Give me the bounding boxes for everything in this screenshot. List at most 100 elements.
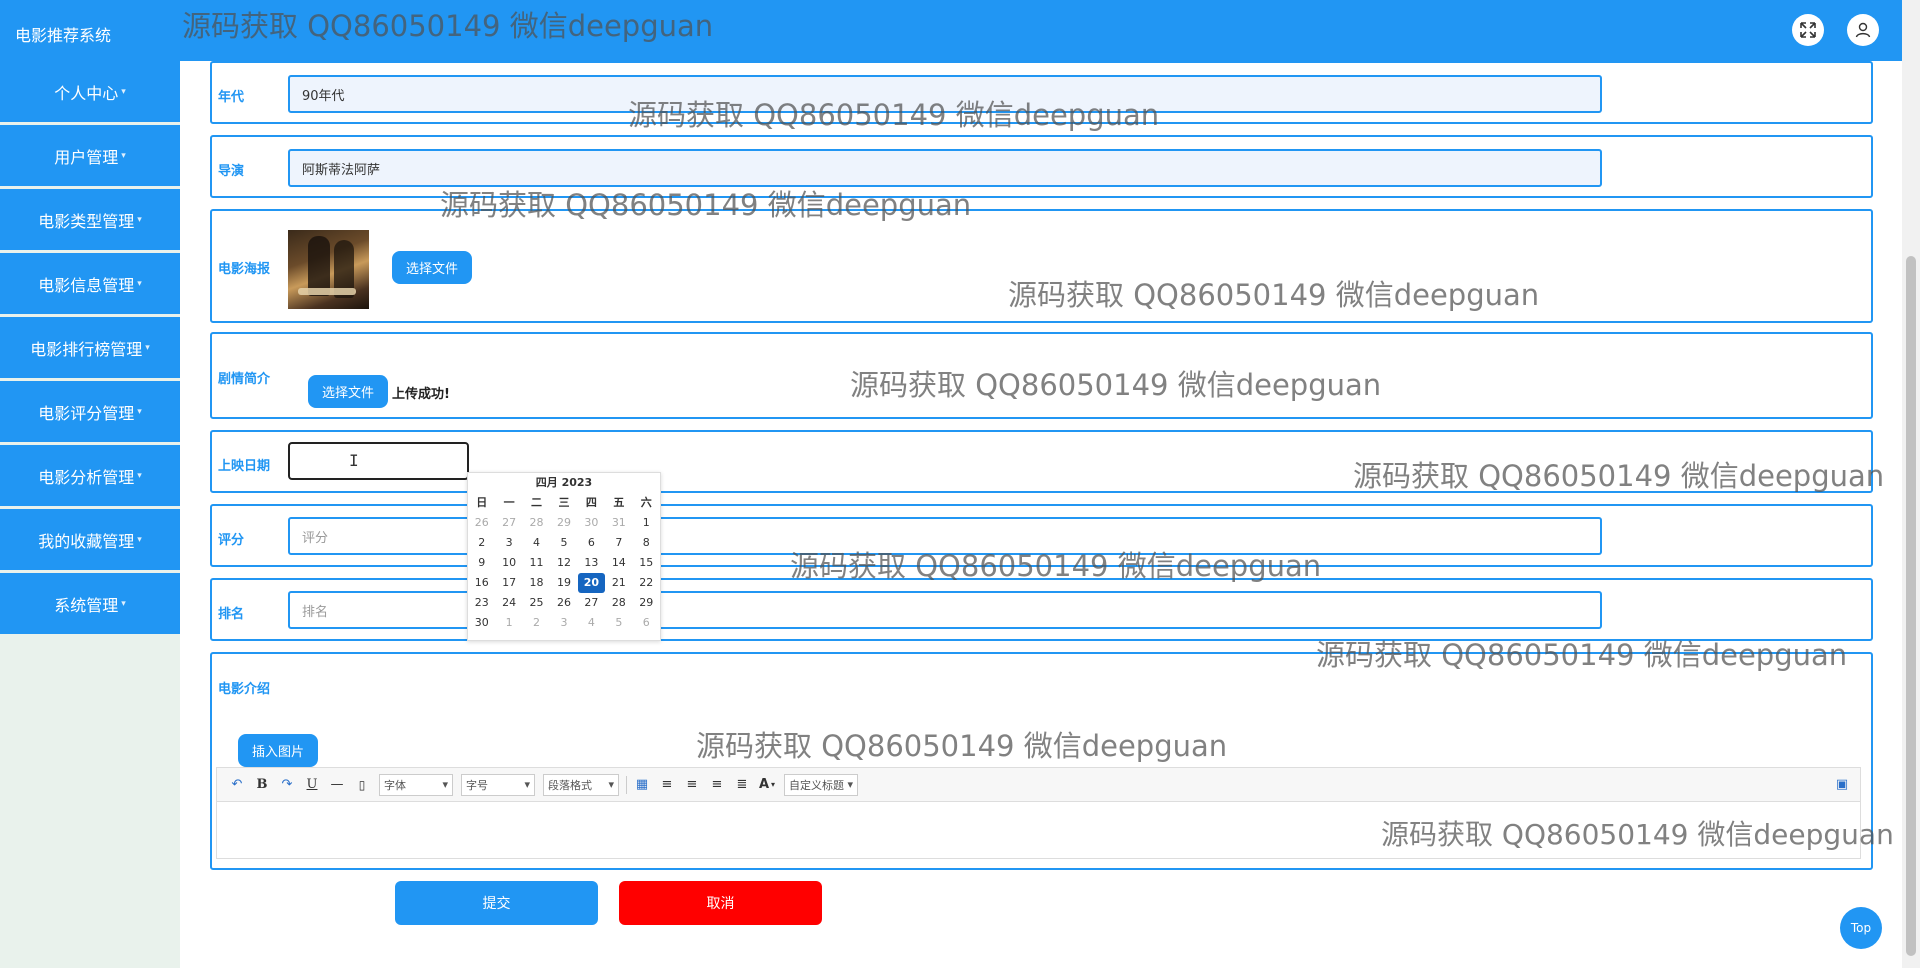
- calendar-day[interactable]: 18: [523, 573, 550, 593]
- table-icon[interactable]: ▦: [630, 774, 654, 796]
- calendar-day[interactable]: 28: [523, 513, 550, 533]
- calendar-day[interactable]: 11: [523, 553, 550, 573]
- caret-down-icon: ▾: [121, 86, 126, 97]
- form-row-rank: 排名 排名: [210, 578, 1873, 641]
- calendar-day[interactable]: 23: [468, 593, 495, 613]
- sidebar-item-movie-ranking-management[interactable]: 电影排行榜管理 ▾: [0, 317, 180, 378]
- calendar-day[interactable]: 13: [578, 553, 605, 573]
- weekday-label: 二: [531, 496, 543, 509]
- document-icon[interactable]: ▯: [350, 774, 374, 796]
- calendar-day[interactable]: 24: [495, 593, 522, 613]
- calendar-day[interactable]: 27: [495, 513, 522, 533]
- calendar-day[interactable]: 7: [605, 533, 632, 553]
- font-color-icon[interactable]: A ▾: [755, 774, 779, 796]
- horizontal-rule-icon[interactable]: —: [325, 774, 349, 796]
- calendar-day[interactable]: 22: [633, 573, 660, 593]
- calendar-day[interactable]: 29: [550, 513, 577, 533]
- calendar-day[interactable]: 28: [605, 593, 632, 613]
- submit-button[interactable]: 提交: [395, 881, 598, 925]
- calendar-day[interactable]: 2: [468, 533, 495, 553]
- dropdown-arrow-icon: ▾: [847, 778, 853, 791]
- calendar-day[interactable]: 10: [495, 553, 522, 573]
- intro-label: 电影介绍: [218, 682, 271, 697]
- user-avatar-button[interactable]: [1847, 14, 1879, 46]
- sidebar-item-favorites-management[interactable]: 我的收藏管理 ▾: [0, 509, 180, 570]
- calendar-day[interactable]: 19: [550, 573, 577, 593]
- back-to-top-button[interactable]: Top: [1840, 907, 1882, 949]
- calendar-day[interactable]: 26: [468, 513, 495, 533]
- calendar-day[interactable]: 4: [578, 613, 605, 633]
- calendar-day[interactable]: 5: [605, 613, 632, 633]
- weekday-header-row: 日 一 二 三 四 五 六: [468, 493, 660, 513]
- calendar-day[interactable]: 21: [605, 573, 632, 593]
- underline-icon[interactable]: U: [300, 774, 324, 796]
- calendar-day[interactable]: 16: [468, 573, 495, 593]
- dropdown-arrow-icon: ▾: [442, 778, 448, 791]
- calendar-day[interactable]: 30: [468, 613, 495, 633]
- app-title: 电影推荐系统: [15, 26, 112, 45]
- calendar-day[interactable]: 8: [633, 533, 660, 553]
- director-input[interactable]: 阿斯蒂法阿萨: [288, 149, 1602, 187]
- scrollbar-thumb[interactable]: [1906, 256, 1916, 956]
- era-input[interactable]: 90年代: [288, 75, 1602, 113]
- sidebar-item-movie-rating-management[interactable]: 电影评分管理 ▾: [0, 381, 180, 442]
- calendar-day[interactable]: 27: [578, 593, 605, 613]
- calendar-day[interactable]: 17: [495, 573, 522, 593]
- release-date-input[interactable]: [288, 442, 469, 480]
- sidebar-item-personal-center[interactable]: 个人中心 ▾: [0, 61, 180, 122]
- insert-image-button[interactable]: 插入图片: [238, 734, 318, 767]
- undo-icon[interactable]: ↶: [225, 774, 249, 796]
- release-date-label: 上映日期: [218, 459, 271, 474]
- date-picker-title[interactable]: 四月 2023: [468, 473, 660, 493]
- calendar-day[interactable]: 3: [550, 613, 577, 633]
- calendar-day[interactable]: 5: [550, 533, 577, 553]
- redo-icon[interactable]: ↷: [275, 774, 299, 796]
- calendar-day[interactable]: 14: [605, 553, 632, 573]
- sidebar-item-movie-info-management[interactable]: 电影信息管理 ▾: [0, 253, 180, 314]
- font-family-select[interactable]: 字体 ▾: [379, 773, 453, 796]
- form-row-poster: 电影海报 选择文件: [210, 209, 1873, 323]
- sidebar-item-system-management[interactable]: 系统管理 ▾: [0, 573, 180, 634]
- custom-title-select[interactable]: 自定义标题 ▾: [784, 773, 858, 796]
- poster-choose-file-button[interactable]: 选择文件: [392, 251, 472, 284]
- calendar-day[interactable]: 6: [578, 533, 605, 553]
- weekday-label: 一: [503, 496, 515, 509]
- font-size-select[interactable]: 字号 ▾: [461, 773, 535, 796]
- paragraph-format-select[interactable]: 段落格式 ▾: [543, 773, 619, 796]
- page-scrollbar[interactable]: [1902, 0, 1920, 968]
- sidebar: 个人中心 ▾ 用户管理 ▾ 电影类型管理 ▾ 电影信息管理 ▾ 电影排行榜管理 ▾ 电影评…: [0, 61, 180, 968]
- calendar-week-row: 30 1 2 3 4 5 6: [468, 613, 660, 633]
- weekday-label: 五: [613, 496, 625, 509]
- calendar-day[interactable]: 31: [605, 513, 632, 533]
- calendar-day[interactable]: 4: [523, 533, 550, 553]
- calendar-day[interactable]: 30: [578, 513, 605, 533]
- cancel-button[interactable]: 取消: [619, 881, 822, 925]
- calendar-day-today[interactable]: 20: [577, 573, 606, 593]
- calendar-day[interactable]: 26: [550, 593, 577, 613]
- calendar-day[interactable]: 1: [495, 613, 522, 633]
- calendar-day[interactable]: 25: [523, 593, 550, 613]
- calendar-day[interactable]: 9: [468, 553, 495, 573]
- sidebar-item-label: 电影分析管理: [38, 467, 135, 487]
- align-justify-icon[interactable]: ≣: [730, 774, 754, 796]
- editor-content-area[interactable]: [216, 802, 1861, 859]
- bold-icon[interactable]: B: [250, 774, 274, 796]
- calendar-day[interactable]: 29: [633, 593, 660, 613]
- align-right-icon[interactable]: ≡: [680, 774, 704, 796]
- upload-status-text: 上传成功!: [392, 387, 450, 402]
- align-left-icon[interactable]: ≡: [655, 774, 679, 796]
- sidebar-item-user-management[interactable]: 用户管理 ▾: [0, 125, 180, 186]
- fullscreen-editor-icon[interactable]: ▣: [1830, 774, 1854, 796]
- sidebar-item-movie-analysis-management[interactable]: 电影分析管理 ▾: [0, 445, 180, 506]
- align-center-icon[interactable]: ≡: [705, 774, 729, 796]
- calendar-week-row: 2 3 4 5 6 7 8: [468, 533, 660, 553]
- sidebar-item-movie-type-management[interactable]: 电影类型管理 ▾: [0, 189, 180, 250]
- calendar-day[interactable]: 3: [495, 533, 522, 553]
- calendar-day[interactable]: 12: [550, 553, 577, 573]
- fullscreen-button[interactable]: [1792, 14, 1824, 46]
- calendar-day[interactable]: 2: [523, 613, 550, 633]
- calendar-day[interactable]: 15: [633, 553, 660, 573]
- synopsis-choose-file-button[interactable]: 选择文件: [308, 375, 388, 408]
- calendar-day[interactable]: 1: [633, 513, 660, 533]
- calendar-day[interactable]: 6: [633, 613, 660, 633]
